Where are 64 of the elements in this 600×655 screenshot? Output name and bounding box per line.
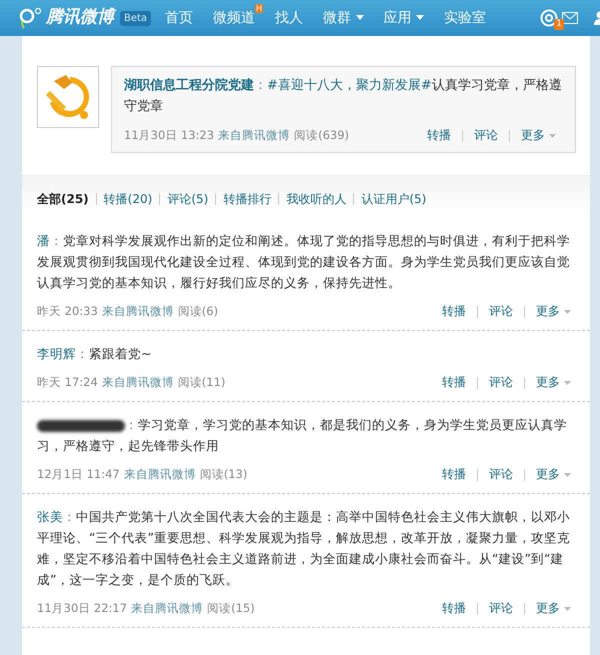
filter-tab[interactable]: 我收听的人 [281, 190, 352, 208]
source-link[interactable]: 来自腾讯微博 [131, 598, 204, 619]
source-link[interactable]: 来自腾讯微博 [218, 125, 290, 146]
caret-icon [564, 472, 571, 477]
logo-icon [18, 7, 42, 29]
action-link[interactable]: 评论 [480, 464, 522, 485]
action-link[interactable]: 更多 [512, 125, 565, 146]
post-time[interactable]: 昨天 17:24 [37, 372, 98, 393]
post-time[interactable]: 昨天 20:33 [37, 301, 98, 322]
read-count: 阅读(6) [178, 303, 218, 320]
action-link[interactable]: 转播 [433, 464, 476, 485]
action-link[interactable]: 转播 [433, 301, 476, 322]
read-count: 阅读(11) [178, 374, 226, 391]
nav-link[interactable]: 实验室 [444, 8, 486, 28]
action-link[interactable]: 转播 [433, 598, 476, 619]
comment-text: ：学习党章，学习党的基本知识，都是我们的义务，身为学生党员更应认真学习，严格遵守，起先锋带头作用 [37, 416, 568, 455]
filter-tab[interactable]: 评论(5) [162, 190, 214, 208]
caret-icon [416, 15, 424, 20]
nav-link[interactable]: 微群 [323, 8, 364, 28]
action-link[interactable]: 更多 [527, 598, 580, 619]
filter-tab[interactable]: 全部(25) [32, 190, 94, 208]
notification-badge: 1 [554, 19, 564, 30]
action-link[interactable]: 评论 [480, 598, 522, 619]
nav-link[interactable]: 应用 [384, 8, 424, 28]
action-link[interactable]: 更多 [527, 464, 580, 485]
post-time[interactable]: 11月30日 13:23 [124, 125, 214, 146]
comment-text: 张美：中国共产党第十八次全国代表大会的主题是：高举中国特色社会主义伟大旗帜，以邓小平理论、“三个代表”重要思想、科学发展观为指导，解放思想，改革开放，凝聚力量，攻坚克难，坚定不移沿着中国特色社会主义道路前进，为全面建成小康社会而奋斗。从“建设”到“建成”，这一字之变，是个质的飞跃。 [37, 508, 571, 589]
filter-tab[interactable]: 转播排行 [218, 190, 276, 208]
user-icon[interactable] [592, 11, 600, 25]
mention-button[interactable] [540, 9, 558, 27]
hot-badge: H [255, 4, 264, 12]
logo-text[interactable]: 腾讯微博 [46, 5, 114, 31]
caret-icon [564, 310, 571, 314]
source-link[interactable]: 来自腾讯微博 [124, 464, 196, 485]
nav-link[interactable]: 找人 [275, 8, 304, 28]
post-time[interactable]: 11月30日 22:17 [37, 598, 128, 619]
action-link[interactable]: 转播 [433, 372, 476, 393]
filter-tab[interactable]: 认证用户(5) [356, 190, 432, 208]
action-link[interactable]: 评论 [465, 125, 508, 146]
action-link[interactable]: 更多 [527, 372, 580, 393]
source-link[interactable]: 来自腾讯微博 [102, 301, 174, 322]
filter-tab[interactable]: 转播(20) [98, 190, 158, 208]
beta-badge: Beta [120, 10, 152, 26]
at-icon [540, 9, 558, 27]
action-link[interactable]: 评论 [480, 372, 522, 393]
mail-icon[interactable] [562, 12, 578, 24]
nav-link[interactable]: 首页 [165, 8, 194, 28]
action-link[interactable]: 转播 [418, 125, 460, 146]
action-link[interactable]: 更多 [527, 301, 580, 322]
read-count: 阅读(13) [200, 466, 248, 483]
action-link[interactable]: 评论 [480, 301, 522, 322]
post-time[interactable]: 12月1日 11:47 [37, 464, 120, 485]
read-count: 阅读(639) [294, 127, 350, 144]
avatar[interactable] [37, 66, 99, 128]
caret-icon [549, 134, 556, 138]
post-text: 湖职信息工程分院党建：#喜迎十八大，聚力新发展#认真学习党章，严格遵守党章 [124, 76, 563, 116]
source-link[interactable]: 来自腾讯微博 [102, 372, 174, 393]
caret-icon [564, 380, 571, 385]
comment-text: 李明辉：紧跟着党~ [37, 345, 152, 363]
nav-link[interactable]: 微频道 [213, 8, 256, 28]
read-count: 阅读(15) [207, 600, 255, 617]
caret-icon [564, 606, 571, 611]
caret-icon [356, 15, 364, 20]
comment-text: 潘：党章对科学发展观作出新的定位和阐述。体现了党的指导思想的与时俱进，有利于把科学发展观贯彻到我国现代化建设全过程、体现到党的建设各方面。身为学生党员我们更应该自觉认真学习党的基本知识，履行好我们应尽的义务，保持先进性。 [37, 232, 571, 292]
